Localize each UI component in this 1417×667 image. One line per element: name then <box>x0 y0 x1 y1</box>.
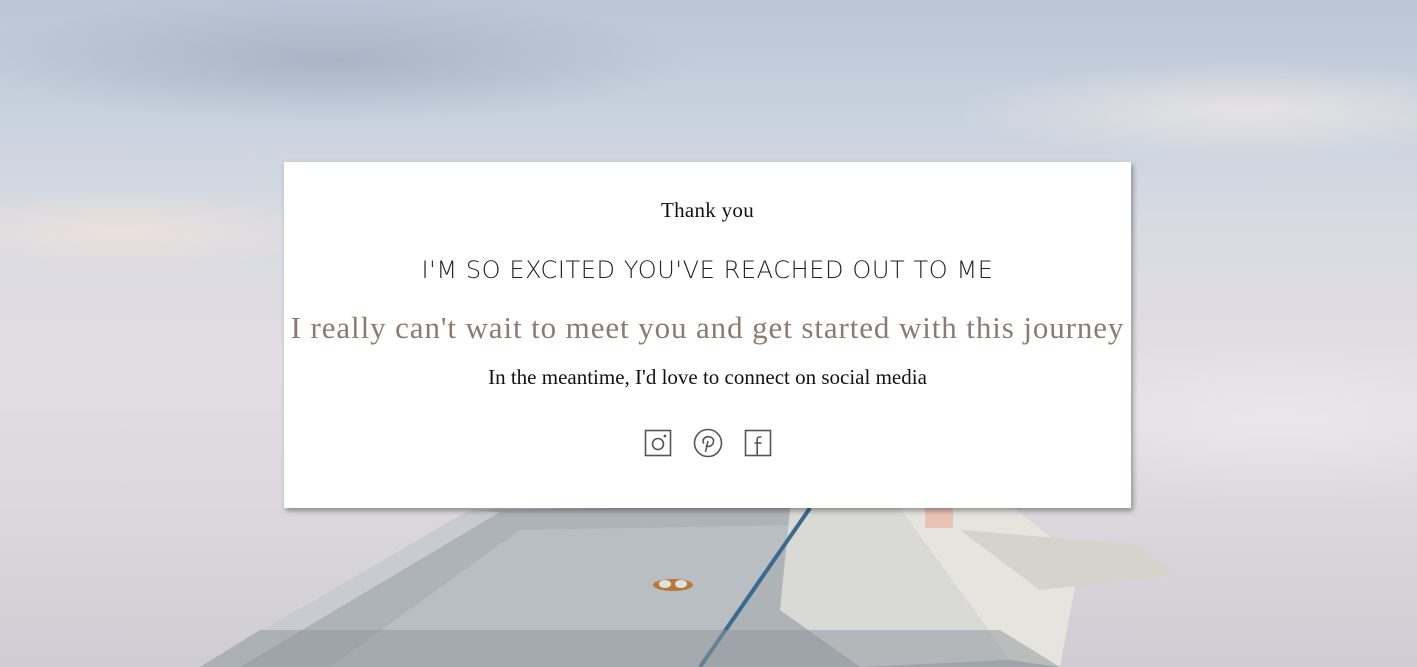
connect-message: In the meantime, I'd love to connect on … <box>488 365 927 389</box>
instagram-icon <box>644 429 672 457</box>
facebook-icon <box>744 429 772 457</box>
excited-heading: I'M SO EXCITED YOU'VE REACHED OUT TO ME <box>421 256 994 284</box>
social-links <box>643 427 773 459</box>
pinterest-link[interactable] <box>693 428 723 458</box>
journey-message: I really can't wait to meet you and get … <box>290 310 1125 345</box>
facebook-link[interactable] <box>743 428 773 458</box>
pinterest-icon <box>693 428 723 458</box>
thank-you-card: Thank you I'M SO EXCITED YOU'VE REACHED … <box>284 162 1131 508</box>
instagram-link[interactable] <box>643 428 673 458</box>
thank-you-heading: Thank you <box>660 198 755 222</box>
